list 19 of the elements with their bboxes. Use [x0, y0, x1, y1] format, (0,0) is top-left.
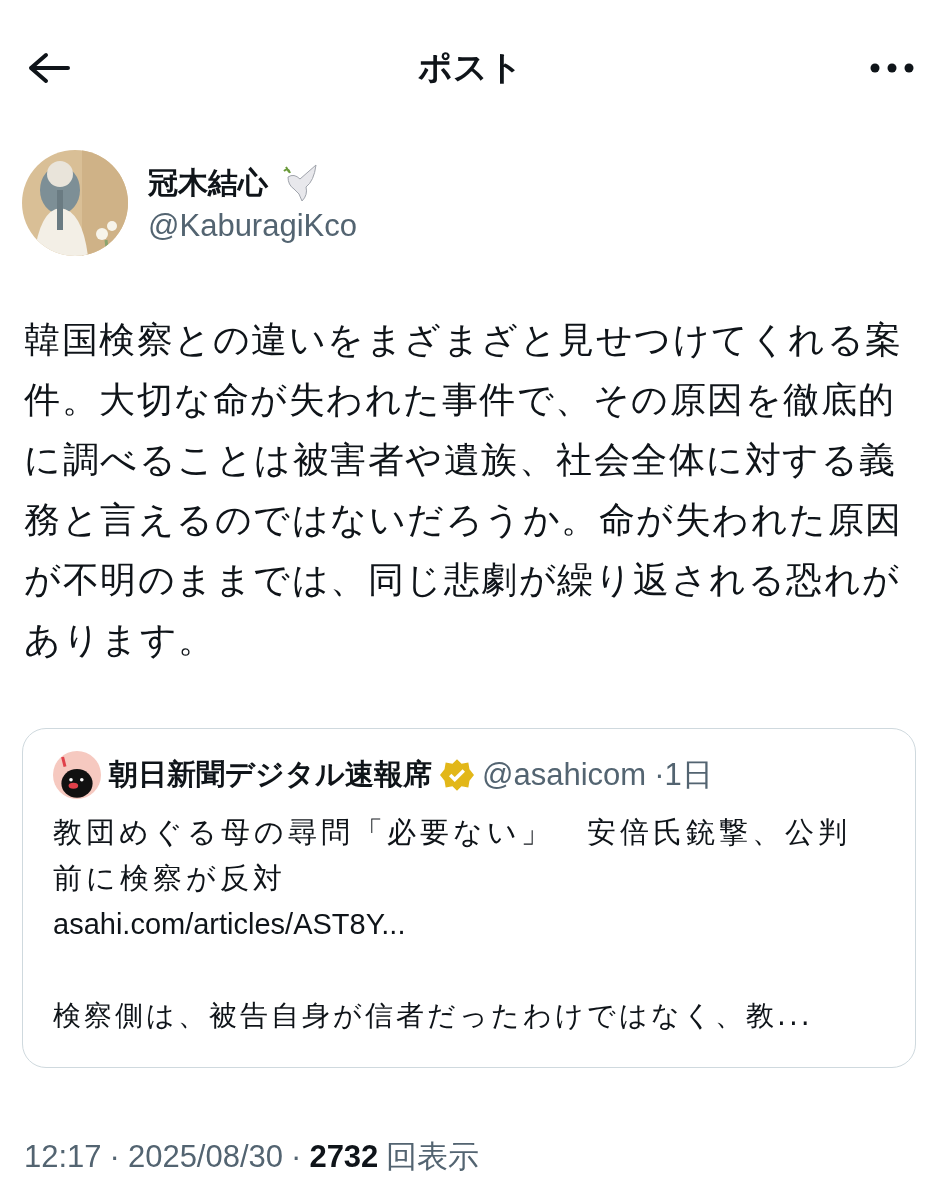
post-date: 2025/08/30: [127, 1139, 284, 1175]
quoted-author-handle: @asahicom: [482, 757, 647, 793]
quoted-author-name: 朝日新聞デジタル速報席: [109, 756, 432, 793]
separator-dot: ·: [291, 1139, 302, 1175]
quoted-post-time: ·1日: [654, 756, 713, 794]
quoted-post-snippet: 検察側は、被告自身が信者だったわけではなく、教...: [53, 998, 814, 1034]
page-title: ポスト: [417, 46, 523, 89]
back-icon[interactable]: [26, 52, 70, 84]
views-label: 回表示: [386, 1138, 480, 1176]
penguin-icon: [53, 751, 101, 799]
post-time: 12:17: [24, 1139, 102, 1175]
separator-dot: ·: [109, 1139, 120, 1175]
post-text: 韓国検察との違いをまざまざと見せつけてくれる案件。大切な命が失われた事件で、その原因を徹底的に調べることは被害者や遺族、社会全体に対する義務と言えるのではないだろうか。命が失われた原因が不明のままでは、同じ悲劇が繰り返される恐れがあります。: [24, 318, 904, 662]
author-handle[interactable]: @KaburagiKco: [148, 207, 357, 244]
more-icon[interactable]: [870, 63, 914, 73]
author-name[interactable]: 冠木結心: [148, 162, 268, 204]
quoted-post[interactable]: 朝日新聞デジタル速報席 @asahicom ·1日 教団めぐる母の尋問「必要ない」 安倍氏銃撃、公判前に検察が反対 asahi.com/articles/AST8Y... 検察側は、被告自身が信者だったわけではなく、教...: [22, 728, 916, 1068]
view-count: 2732: [309, 1139, 379, 1175]
quoted-post-link[interactable]: asahi.com/articles/AST8Y...: [53, 901, 885, 947]
